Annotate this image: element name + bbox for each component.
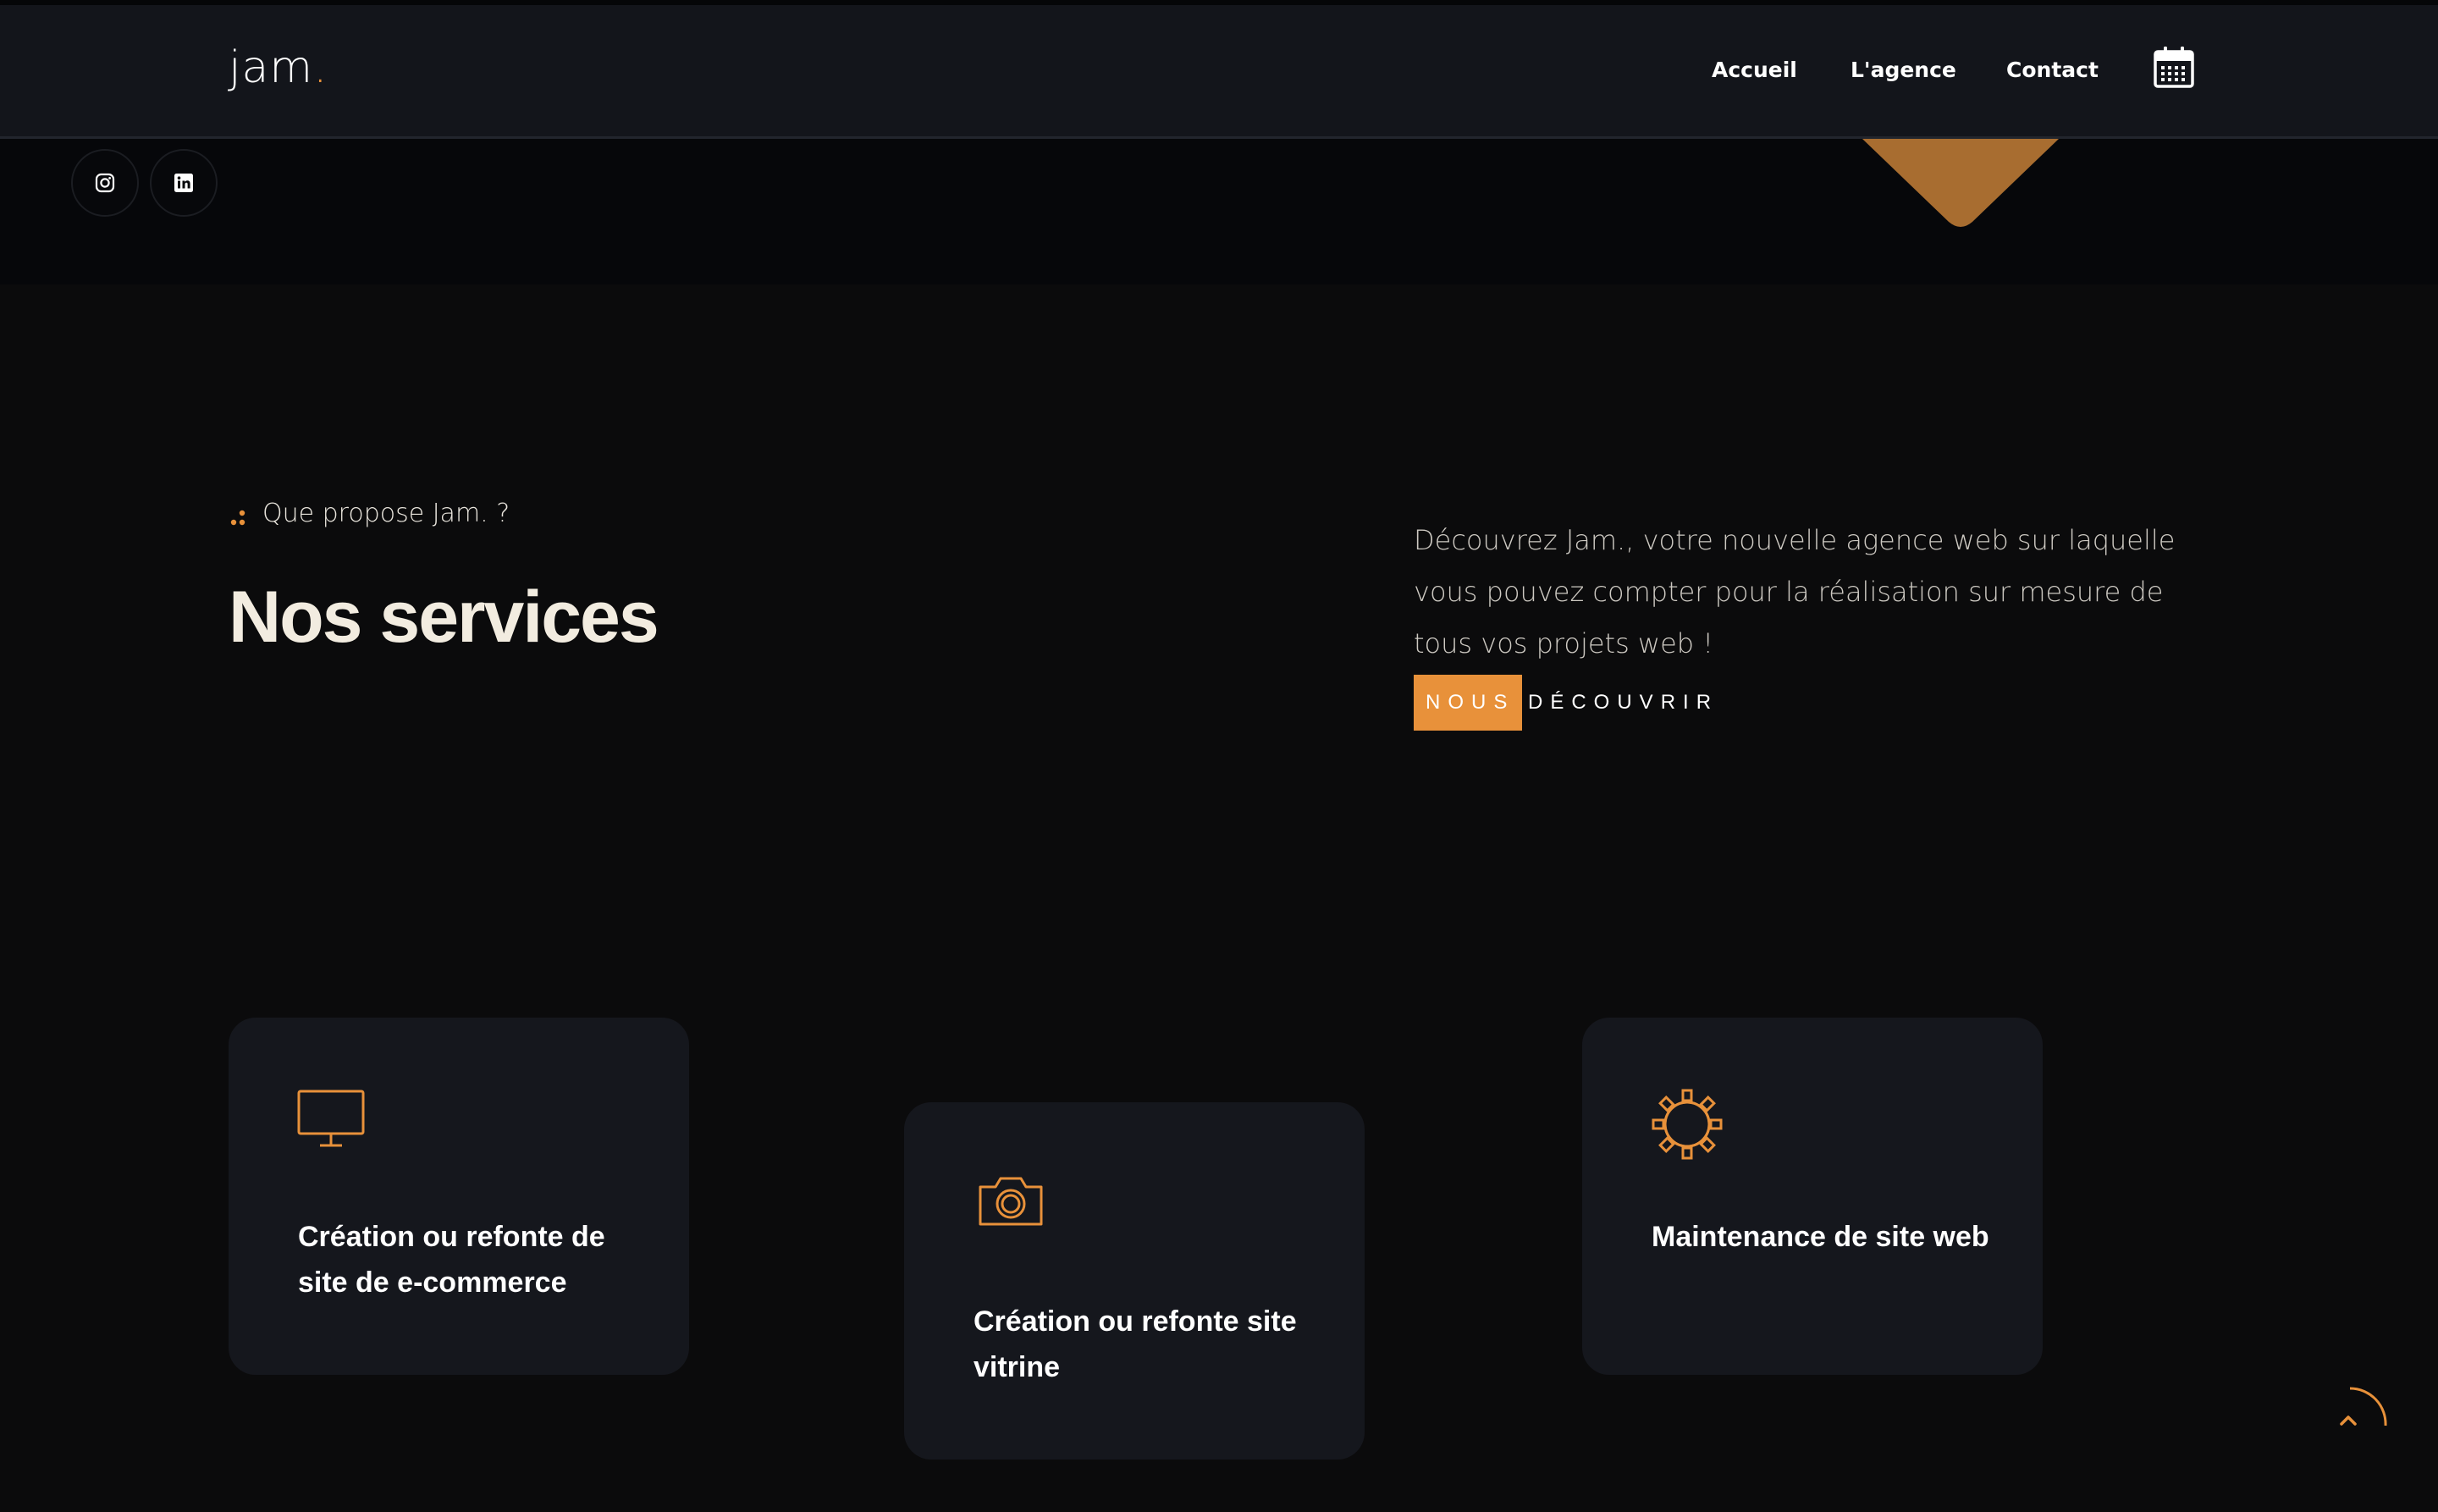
service-title: Création ou refonte site vitrine <box>974 1305 1297 1383</box>
service-card-vitrine[interactable]: Création ou refonte site vitrine <box>904 1102 1365 1460</box>
chevron-up-icon <box>2340 1387 2387 1426</box>
linkedin-button[interactable] <box>150 149 218 217</box>
calendar-icon <box>2154 47 2194 88</box>
logo-text: jam <box>229 42 313 93</box>
section-eyebrow: Que propose Jam. ? <box>229 496 510 530</box>
nav-accueil[interactable]: Accueil <box>1712 58 1797 82</box>
service-card-maintenance[interactable]: Maintenance de site web <box>1582 1018 2043 1375</box>
gear-icon <box>1652 1089 1723 1160</box>
scroll-to-top-button[interactable] <box>2333 1383 2391 1434</box>
logo-dot: . <box>312 42 328 93</box>
nav-agence[interactable]: L'agence <box>1851 58 1956 82</box>
button-label: NOUS DÉCOUVRIR <box>1426 691 1719 714</box>
service-title: Maintenance de site web <box>1652 1221 1989 1253</box>
hero-bottom-strip <box>0 139 2438 284</box>
navbar: jam. Accueil L'agence Contact <box>0 5 2438 139</box>
discover-button[interactable]: NOUS DÉCOUVRIR <box>1414 675 1711 731</box>
section-intro: Découvrez Jam., votre nouvelle agence we… <box>1414 524 2176 659</box>
instagram-button[interactable] <box>71 149 139 217</box>
section-title: Nos services <box>229 577 659 658</box>
decorative-triangle <box>1862 139 2059 227</box>
nav-contact[interactable]: Contact <box>2006 58 2099 82</box>
linkedin-icon <box>174 174 193 192</box>
eyebrow-text: Que propose Jam. ? <box>262 498 510 528</box>
logo[interactable]: jam. <box>229 42 328 93</box>
instagram-icon <box>95 173 115 193</box>
camera-icon <box>979 1177 1043 1226</box>
monitor-icon <box>297 1090 365 1147</box>
service-card-ecommerce[interactable]: Création ou refonte de site de e-commerc… <box>229 1018 689 1375</box>
dots-icon <box>230 510 245 526</box>
calendar-button[interactable] <box>2154 46 2194 88</box>
service-title: Création ou refonte de site de e-commerc… <box>298 1221 605 1299</box>
